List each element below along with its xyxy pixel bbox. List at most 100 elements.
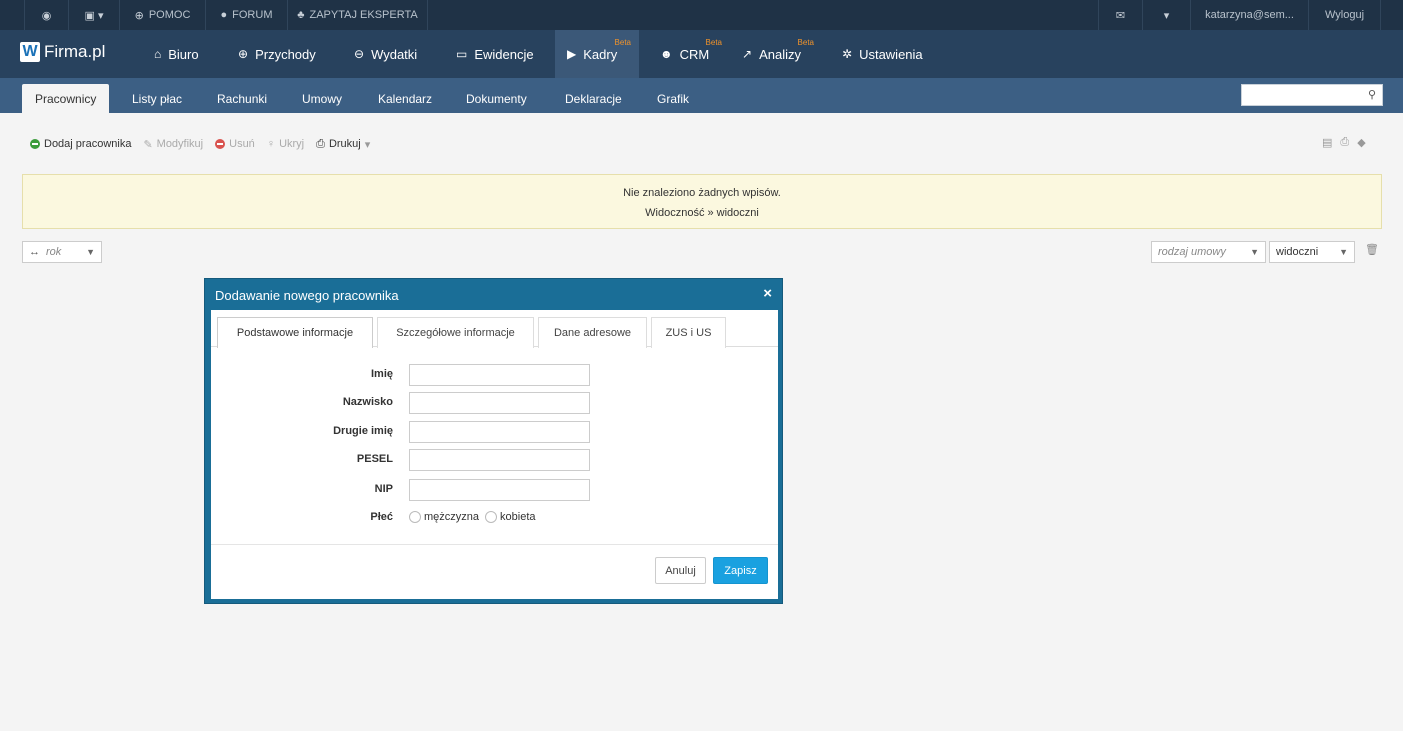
trash-icon[interactable]: 🗑: [1365, 243, 1379, 256]
beta-badge: Beta: [705, 38, 722, 47]
sub-navigation: Pracownicy Listy płac Rachunki Umowy Kal…: [0, 78, 1403, 113]
arrows-horizontal-icon: ↔: [29, 246, 40, 258]
nav-biuro[interactable]: ⌂ Biuro: [142, 30, 211, 78]
visibility-select[interactable]: widoczni ▼: [1269, 241, 1355, 263]
top-utility-bar: ◉ ▣ ▾ ⊕ POMOC ● FORUM ♣ ZAPYTAJ EKSPERTA…: [0, 0, 1403, 30]
tab-detailed-info[interactable]: Szczegółowe informacje: [377, 317, 534, 348]
beta-badge: Beta: [797, 38, 814, 47]
year-select[interactable]: ↔ rok ▼: [22, 241, 102, 263]
contract-type-select[interactable]: rodzaj umowy ▼: [1151, 241, 1266, 263]
chevron-down-icon: ▾: [364, 138, 371, 151]
nav-analizy[interactable]: ↗ Analizy Beta: [730, 30, 822, 78]
delete-button[interactable]: Usuń: [215, 138, 255, 150]
logout-link[interactable]: Wyloguj: [1308, 0, 1381, 30]
nav-wydatki[interactable]: ⊖ Wydatki: [342, 30, 429, 78]
nav-crm[interactable]: ☻ CRM Beta: [648, 30, 730, 78]
nav-przychody[interactable]: ⊕ Przychody: [226, 30, 328, 78]
user-email: katarzyna@sem...: [1205, 9, 1294, 21]
inbox-icon: ▭: [456, 47, 468, 61]
nip-field[interactable]: [409, 479, 590, 501]
last-name-label: Nazwisko: [342, 396, 393, 408]
brand-name: Firma.pl: [44, 42, 106, 61]
tag-icon[interactable]: ◆: [1357, 136, 1365, 149]
tab-listy-plac[interactable]: Listy płac: [119, 84, 195, 113]
home-icon: ⌂: [154, 47, 162, 61]
user-menu[interactable]: katarzyna@sem...: [1190, 0, 1308, 30]
nav-label: Wydatki: [371, 46, 418, 62]
tab-rachunki[interactable]: Rachunki: [204, 84, 280, 113]
close-icon[interactable]: ×: [763, 285, 772, 302]
ask-expert-label: ZAPYTAJ EKSPERTA: [309, 9, 418, 21]
ask-expert-link[interactable]: ♣ ZAPYTAJ EKSPERTA: [287, 0, 428, 30]
line-chart-icon: ↗: [742, 47, 753, 61]
lifebuoy-icon: ⊕: [134, 9, 144, 22]
nav-ewidencje[interactable]: ▭ Ewidencje: [444, 30, 546, 78]
nav-ustawienia[interactable]: ✲ Ustawienia: [830, 30, 935, 78]
radio-circle[interactable]: [485, 511, 498, 524]
logout-label: Wyloguj: [1324, 9, 1365, 21]
first-name-field[interactable]: [409, 364, 590, 386]
contract-type-value: rodzaj umowy: [1158, 246, 1226, 258]
pesel-field[interactable]: [409, 449, 590, 471]
gender-female-option[interactable]: kobieta: [485, 511, 536, 524]
tab-address[interactable]: Dane adresowe: [538, 317, 647, 348]
notifications-dropdown[interactable]: ▾: [1142, 0, 1190, 30]
messages-button[interactable]: ✉: [1098, 0, 1142, 30]
users-icon: ☻: [660, 47, 673, 61]
plus-circle-icon: ⊕: [238, 47, 249, 61]
print-icon[interactable]: ⎙: [1340, 136, 1349, 149]
brand-logo[interactable]: W Firma.pl: [20, 40, 105, 64]
cancel-button[interactable]: Anuluj: [655, 557, 706, 584]
tab-kalendarz[interactable]: Kalendarz: [365, 84, 445, 113]
tab-grafik[interactable]: Grafik: [644, 84, 702, 113]
nav-label: Kadry: [583, 46, 618, 62]
chat-icon: ●: [220, 9, 228, 21]
mail-icon: ✉: [1115, 9, 1126, 22]
folder-open-icon: ▶: [567, 47, 577, 61]
tab-deklaracje[interactable]: Deklaracje: [552, 84, 635, 113]
brand-letter: W: [20, 42, 40, 62]
dialog-footer-divider: [211, 544, 778, 545]
modify-button[interactable]: ✎ Modyfikuj: [143, 138, 203, 151]
dialog-tabs: Podstawowe informacje Szczegółowe inform…: [211, 310, 778, 348]
modify-label: Modyfikuj: [156, 138, 204, 150]
nav-label: Biuro: [168, 46, 199, 62]
image-dropdown-button[interactable]: ▣ ▾: [68, 0, 119, 30]
chevron-down-icon: ▼: [1250, 247, 1259, 257]
minus-circle-icon: ⊖: [354, 47, 365, 61]
chevron-down-icon: ▼: [1339, 247, 1348, 257]
globe-button[interactable]: ◉: [24, 0, 68, 30]
tab-zus-us[interactable]: ZUS i US: [651, 317, 726, 348]
nav-label: Ewidencje: [474, 46, 534, 62]
nav-kadry[interactable]: ▶ Kadry Beta: [555, 30, 639, 78]
document-icon[interactable]: ▤: [1322, 136, 1332, 149]
export-icons: ▤ ⎙ ◆: [1322, 136, 1366, 149]
tab-dokumenty[interactable]: Dokumenty: [453, 84, 540, 113]
visibility-value: widoczni: [1276, 246, 1319, 258]
help-link[interactable]: ⊕ POMOC: [119, 0, 205, 30]
middle-name-field[interactable]: [409, 421, 590, 443]
save-button[interactable]: Zapisz: [713, 557, 768, 584]
forum-link[interactable]: ● FORUM: [205, 0, 287, 30]
globe-icon: ◉: [41, 9, 52, 22]
print-label: Drukuj: [328, 138, 361, 150]
tab-umowy[interactable]: Umowy: [289, 84, 355, 113]
tab-basic-info[interactable]: Podstawowe informacje: [217, 317, 373, 348]
print-icon: ⎙: [316, 137, 325, 150]
form-row-last-name: Nazwisko: [211, 392, 778, 414]
print-dropdown[interactable]: ⎙ Drukuj ▾: [316, 138, 370, 151]
nav-label: Analizy: [759, 46, 801, 62]
search-icon[interactable]: ⚲: [1368, 88, 1376, 101]
add-employee-button[interactable]: Dodaj pracownika: [30, 138, 131, 150]
nav-label: CRM: [679, 46, 710, 62]
tab-pracownicy[interactable]: Pracownicy: [22, 84, 110, 113]
nip-label: NIP: [374, 483, 393, 495]
gender-male-label: mężczyzna: [424, 511, 480, 523]
search-input[interactable]: ⚲: [1241, 84, 1383, 106]
radio-circle[interactable]: [409, 511, 421, 524]
last-name-field[interactable]: [409, 392, 590, 414]
add-employee-label: Dodaj pracownika: [44, 138, 132, 150]
hide-button[interactable]: ♀ Ukryj: [267, 138, 304, 150]
gender-male-option[interactable]: mężczyzna: [409, 511, 480, 524]
empty-notice: Nie znaleziono żadnych wpisów. Widocznoś…: [22, 174, 1382, 229]
